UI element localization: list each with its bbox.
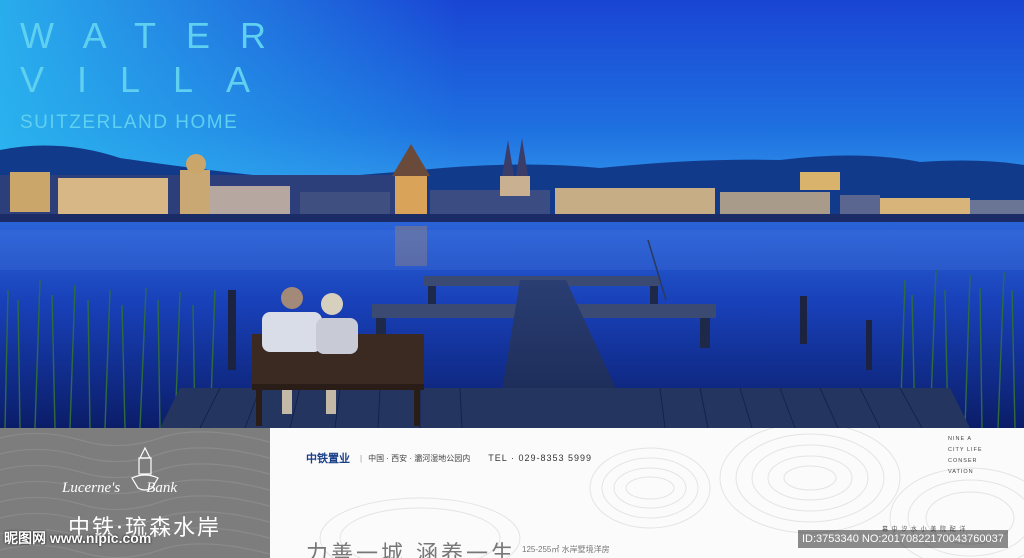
headline-subtitle: SUITZERLAND HOME — [20, 112, 239, 133]
watermark-left: 昵图网 www.nipic.com — [4, 530, 152, 546]
headline-villa: VILLA — [20, 59, 284, 100]
brand-name-en: Lucerne's Bank — [62, 480, 177, 497]
side-text-en: NINE A CITY LIFE CONSER VATION — [948, 434, 983, 478]
divider: | — [360, 453, 363, 463]
project-location: 中国 · 西安 · 灞河湿地公园内 — [368, 453, 471, 463]
unit-size: 125-255㎡ 水岸墅境洋房 — [522, 545, 610, 554]
developer-logo: 中铁置业 — [306, 453, 350, 465]
side-text-line: CITY LIFE — [948, 447, 983, 453]
hero-photo: WATER VILLA SUITZERLAND HOME — [0, 0, 1024, 428]
watermark-id: ID:3753340 NO:20170822170043760037 — [798, 530, 1008, 548]
side-text-line: VATION — [948, 469, 974, 475]
slogan: 力善一城 涵养一生 — [306, 542, 516, 558]
side-text-line: CONSER — [948, 458, 978, 464]
brand-en-part1: Lucerne's — [62, 480, 121, 496]
hero-headline: WATER VILLA SUITZERLAND HOME — [20, 14, 296, 134]
side-text-line: NINE A — [948, 436, 973, 442]
developer-info: 中铁置业 | 中国 · 西安 · 灞河湿地公园内 TEL · 029-8353 … — [306, 450, 592, 466]
telephone: TEL · 029-8353 5999 — [488, 453, 593, 463]
brand-en-part2: Bank — [146, 480, 178, 496]
headline-water: WATER — [20, 15, 296, 56]
